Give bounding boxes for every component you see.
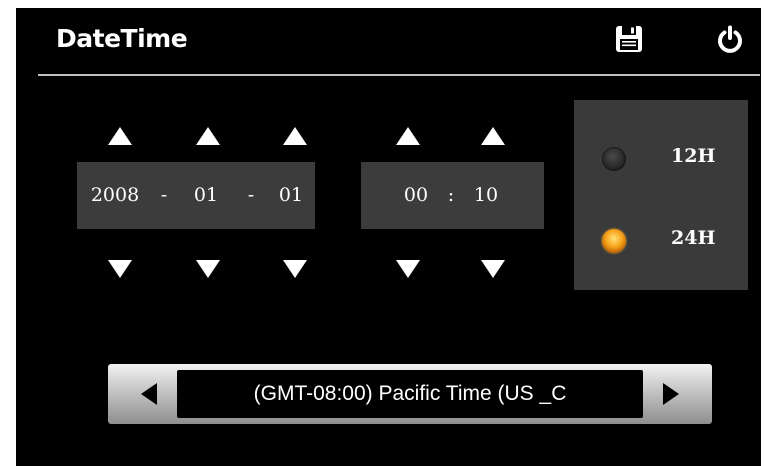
radio-12h[interactable] [602,147,626,171]
time-field: 00 : 10 [361,162,544,229]
save-icon [616,26,642,52]
datetime-screen: DateTime 2008 - 01 - 01 00 : 10 12H 24H … [16,8,761,466]
timezone-prev-arrow[interactable] [140,382,158,406]
day-down-arrow[interactable] [282,259,308,279]
day-value[interactable]: 01 [276,184,306,206]
hour-format-panel: 12H 24H [574,100,748,290]
year-up-arrow[interactable] [107,126,133,146]
year-value[interactable]: 2008 [89,184,141,206]
month-value[interactable]: 01 [191,184,221,206]
day-up-arrow[interactable] [282,126,308,146]
timezone-value: (GMT-08:00) Pacific Time (US _C [177,370,643,418]
month-up-arrow[interactable] [195,126,221,146]
date-separator: - [247,184,255,206]
radio-24h[interactable] [602,229,626,253]
hour-up-arrow[interactable] [395,126,421,146]
power-icon [718,25,742,53]
page-title: DateTime [56,24,188,53]
power-button[interactable] [715,24,745,54]
date-field: 2008 - 01 - 01 [77,162,315,229]
month-down-arrow[interactable] [195,259,221,279]
hour-down-arrow[interactable] [395,259,421,279]
label-12h[interactable]: 12H [671,145,715,167]
minute-down-arrow[interactable] [480,259,506,279]
hour-value[interactable]: 00 [401,184,431,206]
header-divider [38,74,760,76]
timezone-next-arrow[interactable] [662,382,680,406]
save-button[interactable] [614,24,644,54]
timezone-selector: (GMT-08:00) Pacific Time (US _C [108,364,712,424]
label-24h[interactable]: 24H [671,227,715,249]
time-separator: : [447,184,455,206]
year-down-arrow[interactable] [107,259,133,279]
minute-value[interactable]: 10 [471,184,501,206]
minute-up-arrow[interactable] [480,126,506,146]
date-separator: - [160,184,168,206]
